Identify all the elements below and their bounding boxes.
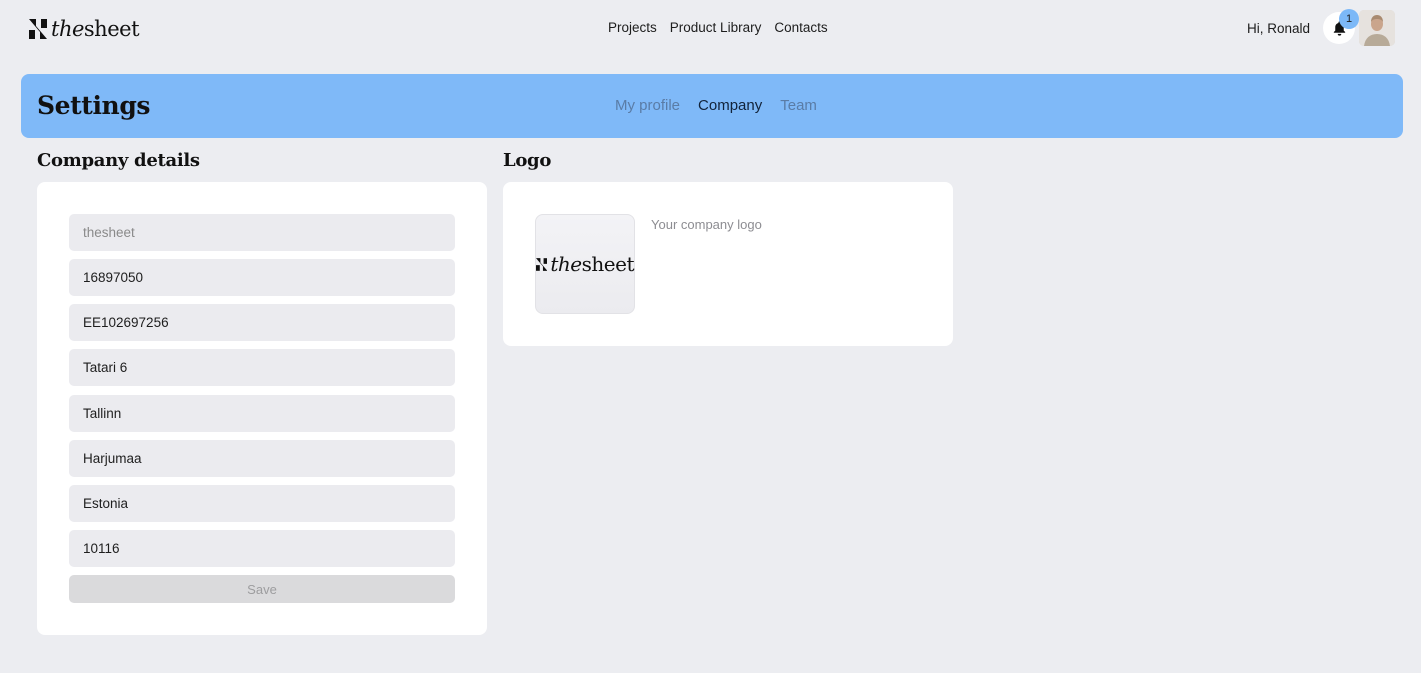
company-details-card: Save — [37, 182, 487, 635]
brand-wordmark: thesheet — [51, 17, 140, 41]
brand-mark-icon — [29, 19, 47, 39]
logo-wordmark: thesheet — [550, 252, 634, 276]
tab-company[interactable]: Company — [698, 97, 762, 115]
settings-banner: Settings My profile Company Team — [21, 74, 1403, 138]
company-details-title: Company details — [37, 150, 200, 171]
user-greeting: Hi, Ronald — [1246, 20, 1310, 36]
settings-tabs: My profile Company Team — [615, 97, 817, 115]
nav-contacts[interactable]: Contacts — [774, 20, 827, 36]
main-nav: Projects Product Library Contacts — [608, 20, 828, 36]
notification-count-badge: 1 — [1339, 9, 1359, 29]
tab-my-profile[interactable]: My profile — [615, 97, 680, 115]
logo-title: Logo — [503, 150, 552, 171]
company-name-field[interactable] — [69, 214, 455, 251]
nav-projects[interactable]: Projects — [608, 20, 657, 36]
country-field[interactable] — [69, 485, 455, 522]
county-field[interactable] — [69, 440, 455, 477]
postal-code-field[interactable] — [69, 530, 455, 567]
avatar-image — [1359, 10, 1395, 46]
save-button[interactable]: Save — [69, 575, 455, 603]
brand-logo[interactable]: thesheet — [29, 17, 140, 41]
logo-caption: Your company logo — [651, 217, 762, 232]
top-bar: thesheet Projects Product Library Contac… — [0, 0, 1421, 58]
notifications-button[interactable]: 1 — [1323, 9, 1359, 44]
nav-product-library[interactable]: Product Library — [670, 20, 762, 36]
vat-number-field[interactable] — [69, 304, 455, 341]
street-address-field[interactable] — [69, 349, 455, 386]
page-title: Settings — [37, 91, 151, 120]
registration-code-field[interactable] — [69, 259, 455, 296]
user-avatar[interactable] — [1359, 10, 1395, 46]
company-logo-upload[interactable]: thesheet — [535, 214, 635, 314]
logo-card: thesheet Your company logo — [503, 182, 953, 346]
tab-team[interactable]: Team — [780, 97, 817, 115]
city-field[interactable] — [69, 395, 455, 432]
logo-mark-icon — [536, 257, 548, 271]
user-area: Hi, Ronald 1 — [1246, 9, 1395, 46]
